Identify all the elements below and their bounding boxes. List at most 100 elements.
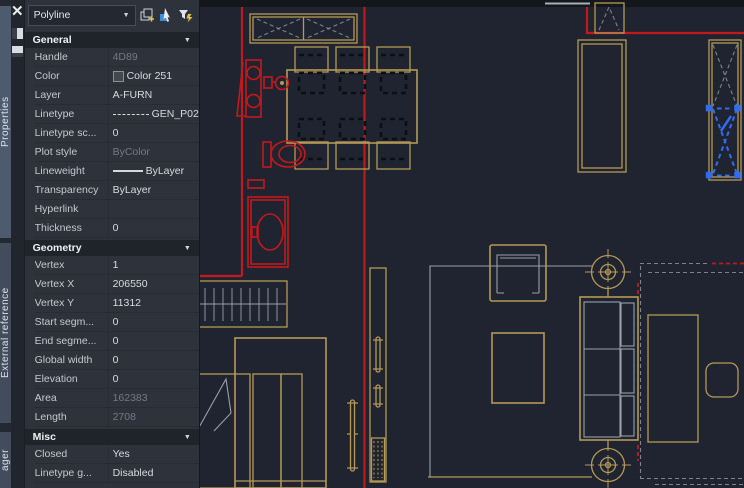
property-label: Linetype xyxy=(35,108,108,120)
property-label: Global width xyxy=(35,354,108,366)
palette-main: Polyline ▼ xyxy=(25,0,200,488)
quick-select-button[interactable] xyxy=(177,7,193,23)
property-value-field[interactable]: Yes xyxy=(108,445,199,463)
property-label: Handle xyxy=(35,51,108,63)
property-label: Vertex Y xyxy=(35,297,108,309)
property-value-field[interactable]: 0 xyxy=(108,370,199,388)
property-value-field[interactable]: Disabled xyxy=(108,464,199,482)
property-row[interactable]: Color Color 251 xyxy=(35,67,199,86)
property-value-field[interactable] xyxy=(108,200,199,218)
property-row[interactable]: Vertex X 206550 xyxy=(35,275,199,294)
property-row[interactable]: Start segm... 0 xyxy=(35,313,199,332)
property-value-field[interactable]: A-FURN xyxy=(108,86,199,104)
property-label: Vertex xyxy=(35,259,108,271)
property-value: 11312 xyxy=(113,297,141,309)
property-row[interactable]: Lineweight ByLayer xyxy=(35,162,199,181)
property-row[interactable]: Linetype GEN_P02 xyxy=(35,105,199,124)
linetype-dash-preview xyxy=(113,114,149,115)
toggle-pickadd-button[interactable] xyxy=(139,7,155,23)
palette-sections: General ▼ Handle 4D89 Color Color 251 La… xyxy=(25,30,199,483)
property-row[interactable]: Linetype g... Disabled xyxy=(35,464,199,483)
chevron-down-icon: ▼ xyxy=(123,12,130,19)
tab-gap xyxy=(0,423,11,432)
floor-plan-svg[interactable] xyxy=(185,0,744,488)
property-value-field[interactable]: 0 xyxy=(108,351,199,369)
drawing-canvas[interactable] xyxy=(185,0,744,488)
object-type-label: Polyline xyxy=(34,9,71,21)
section-title: Geometry xyxy=(33,242,82,254)
canvas-background xyxy=(185,0,744,488)
properties-palette: Properties External reference ager ✕ Pol… xyxy=(0,0,185,488)
property-row[interactable]: Thickness 0 xyxy=(35,219,199,238)
select-objects-button[interactable] xyxy=(158,7,174,23)
pickadd-icon xyxy=(139,7,155,23)
property-value-field[interactable]: GEN_P02 xyxy=(108,105,199,123)
property-value-field[interactable]: 0 xyxy=(108,219,199,237)
property-row[interactable]: Hyperlink xyxy=(35,200,199,219)
palette-menu-icon[interactable] xyxy=(12,46,23,57)
property-row[interactable]: Length 2708 xyxy=(35,408,199,427)
property-row[interactable]: Global width 0 xyxy=(35,351,199,370)
property-value: ByColor xyxy=(113,146,150,158)
property-value-field[interactable]: 0 xyxy=(108,332,199,350)
property-value-field[interactable]: 0 xyxy=(108,124,199,142)
property-row[interactable]: Plot style ByColor xyxy=(35,143,199,162)
auto-hide-icon[interactable] xyxy=(12,28,23,39)
property-value: 206550 xyxy=(113,278,148,290)
tab-properties[interactable]: Properties xyxy=(0,6,11,238)
select-objects-icon xyxy=(158,7,174,23)
chevron-down-icon: ▼ xyxy=(184,245,191,252)
property-label: Plot style xyxy=(35,146,108,158)
section-header[interactable]: Geometry ▼ xyxy=(25,240,199,256)
property-value: Disabled xyxy=(113,467,154,479)
property-value-field[interactable]: Color 251 xyxy=(108,67,199,85)
property-value: GEN_P02 xyxy=(152,108,199,120)
chevron-down-icon: ▼ xyxy=(184,434,191,441)
property-value-field[interactable]: ByLayer xyxy=(108,181,199,199)
property-value: 2708 xyxy=(113,411,136,423)
close-icon[interactable]: ✕ xyxy=(11,3,24,21)
property-label: Closed xyxy=(35,448,108,460)
property-row[interactable]: Closed Yes xyxy=(35,445,199,464)
property-row[interactable]: Linetype sc... 0 xyxy=(35,124,199,143)
property-value: 0 xyxy=(113,335,119,347)
property-label: Color xyxy=(35,70,108,82)
section-header[interactable]: General ▼ xyxy=(25,32,199,48)
property-value-field[interactable]: 206550 xyxy=(108,275,199,293)
tab-external-reference[interactable]: External reference xyxy=(0,243,11,423)
section-rows: Handle 4D89 Color Color 251 Layer A-FURN… xyxy=(25,48,199,238)
property-label: End segme... xyxy=(35,335,108,347)
property-value-field[interactable]: 4D89 xyxy=(108,48,199,66)
property-label: Start segm... xyxy=(35,316,108,328)
property-label: Layer xyxy=(35,89,108,101)
section-rows: Closed Yes Linetype g... Disabled xyxy=(25,445,199,483)
property-value: 0 xyxy=(113,222,119,234)
property-value-field[interactable]: 2708 xyxy=(108,408,199,426)
property-row[interactable]: Handle 4D89 xyxy=(35,48,199,67)
property-label: Linetype sc... xyxy=(35,127,108,139)
property-row[interactable]: Elevation 0 xyxy=(35,370,199,389)
property-value-field[interactable]: 0 xyxy=(108,313,199,331)
property-value-field[interactable]: 1 xyxy=(108,256,199,274)
property-row[interactable]: Layer A-FURN xyxy=(35,86,199,105)
property-value: 1 xyxy=(113,259,119,271)
palette-title-column: ✕ xyxy=(11,0,25,488)
property-row[interactable]: Area 162383 xyxy=(35,389,199,408)
object-type-dropdown[interactable]: Polyline ▼ xyxy=(28,5,136,26)
property-value-field[interactable]: 162383 xyxy=(108,389,199,407)
section-header[interactable]: Misc ▼ xyxy=(25,429,199,445)
property-row[interactable]: Transparency ByLayer xyxy=(35,181,199,200)
property-row[interactable]: Vertex 1 xyxy=(35,256,199,275)
property-value: 0 xyxy=(113,373,119,385)
property-value-field[interactable]: ByColor xyxy=(108,143,199,161)
section-title: General xyxy=(33,34,72,46)
property-value-field[interactable]: ByLayer xyxy=(108,162,199,180)
canvas-top-strip xyxy=(185,0,744,7)
property-row[interactable]: End segme... 0 xyxy=(35,332,199,351)
color-swatch xyxy=(113,71,124,82)
tab-manager-partial[interactable]: ager xyxy=(0,432,11,488)
property-value: ByLayer xyxy=(113,184,152,196)
property-label: Transparency xyxy=(35,184,108,196)
property-value-field[interactable]: 11312 xyxy=(108,294,199,312)
property-row[interactable]: Vertex Y 11312 xyxy=(35,294,199,313)
